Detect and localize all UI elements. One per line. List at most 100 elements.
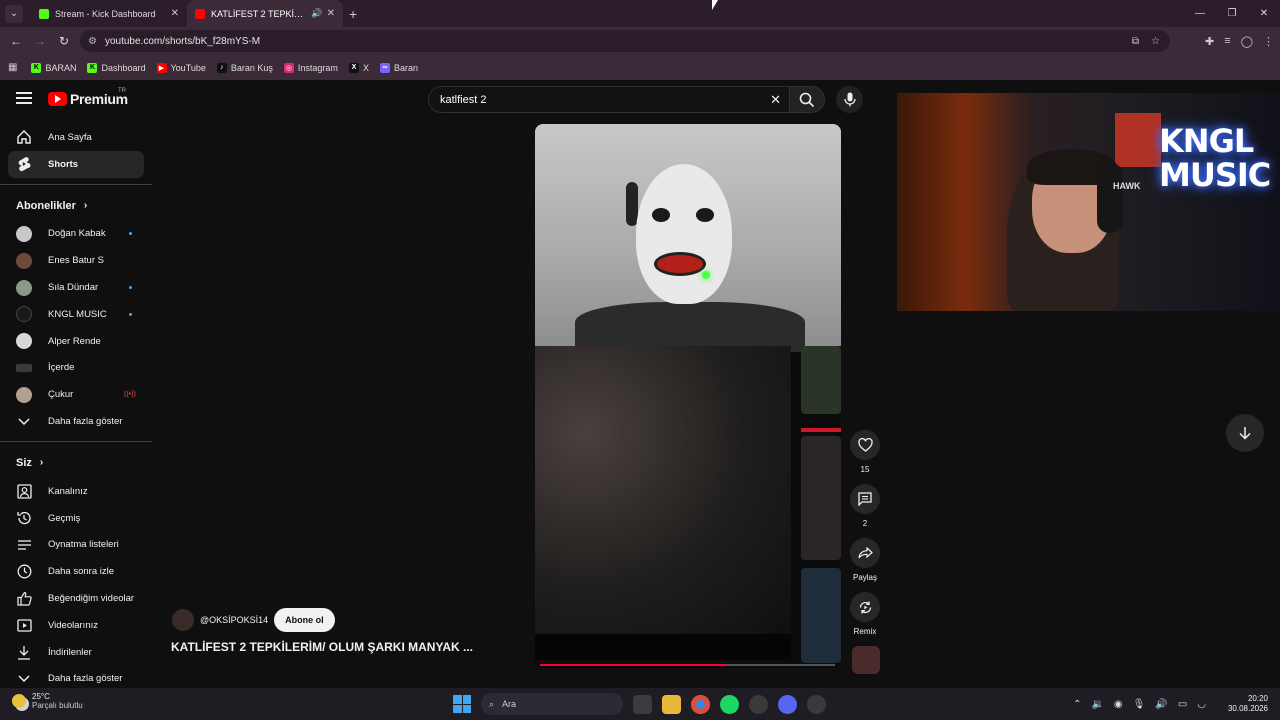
browser-menu-icon[interactable]: ⋮ <box>1263 35 1274 48</box>
close-window-icon[interactable]: ✕ <box>1248 8 1280 19</box>
bookmark-item[interactable]: ∞ Baran <box>379 62 418 73</box>
weather-widget[interactable]: 25°C Parçalı bulutlu <box>12 692 83 710</box>
clock-time: 20:20 <box>1247 694 1268 703</box>
restore-icon[interactable]: ❐ <box>1216 8 1248 19</box>
microphone-icon[interactable]: 🎙 <box>1133 699 1146 710</box>
neon-text-line2: MUSIC <box>1159 155 1271 194</box>
sidebar-item-shorts[interactable]: Shorts <box>8 150 144 178</box>
sidebar-sub-kngl-music[interactable]: KNGL MUSIC <box>0 301 152 328</box>
streaming-app-icon[interactable] <box>749 694 768 714</box>
channel-avatar[interactable] <box>172 609 194 631</box>
heart-icon[interactable] <box>850 430 880 460</box>
bookmark-star-icon[interactable]: ☆ <box>1151 36 1160 47</box>
taskbar-clock[interactable]: 20:20 30.08.2026 <box>1228 694 1268 715</box>
discord-icon[interactable] <box>778 694 797 714</box>
sidebar-item-liked-videos[interactable]: Beğendiğim videolar <box>0 585 152 612</box>
youtube-premium-logo[interactable]: Premium TR <box>48 88 128 107</box>
tab-close-icon[interactable]: ✕ <box>171 8 179 19</box>
like-icon <box>16 591 32 607</box>
discord-tray-icon[interactable]: ◉ <box>1114 699 1123 710</box>
sidebar-item-history[interactable]: Geçmiş <box>0 505 152 532</box>
voice-search-button[interactable] <box>836 86 863 113</box>
subscribe-button[interactable]: Abone ol <box>274 608 335 632</box>
sidebar-item-playlists[interactable]: Oynatma listeleri <box>0 532 152 559</box>
sidebar-sub-enes-batur[interactable]: Enes Batur S <box>0 247 152 274</box>
profile-icon[interactable]: ◯ <box>1241 35 1253 48</box>
speaker-icon[interactable]: 🔊 <box>1155 699 1167 710</box>
sidebar-item-downloads[interactable]: İndirilenler <box>0 639 152 666</box>
sidebar-sub-alper-rende[interactable]: Alper Rende <box>0 328 152 355</box>
tab-search-chevron-icon[interactable]: ⌄ <box>5 4 23 23</box>
minimize-icon[interactable]: — <box>1184 8 1216 19</box>
bookmark-item[interactable]: K Dashboard <box>87 62 146 73</box>
share-icon[interactable] <box>850 538 880 568</box>
sidebar-item-home[interactable]: Ana Sayfa <box>0 124 152 151</box>
audio-source-thumbnail[interactable] <box>852 646 880 674</box>
remix-action[interactable]: Remix <box>849 592 881 636</box>
taskbar-search[interactable]: ⌕ Ara <box>481 693 623 715</box>
speaker-icon[interactable]: 🔊 <box>311 8 322 19</box>
video-progress-bar[interactable] <box>540 664 835 666</box>
forward-icon[interactable]: → <box>28 34 52 48</box>
display-icon[interactable]: ▭ <box>1178 699 1187 710</box>
network-icon[interactable]: ◡ <box>1197 699 1206 710</box>
tray-chevron-up-icon[interactable]: ⌃ <box>1073 699 1081 710</box>
taskbar-search-text: Ara <box>502 699 517 709</box>
spotify-icon[interactable] <box>720 694 739 714</box>
tab-kick-dashboard[interactable]: Stream - Kick Dashboard ✕ <box>31 0 187 27</box>
clear-search-icon[interactable]: ✕ <box>770 92 781 108</box>
comment-action[interactable]: 2 <box>849 484 881 528</box>
volume-icon[interactable]: 🔉 <box>1091 699 1103 710</box>
search-input[interactable]: katlfiest 2 ✕ <box>428 86 790 113</box>
bookmark-item[interactable]: ▶ YouTube <box>156 62 206 73</box>
sidebar-item-your-channel[interactable]: Kanalınız <box>0 478 152 505</box>
apps-grid-icon[interactable]: ▦ <box>8 62 17 73</box>
share-action[interactable]: Paylaş <box>849 538 881 582</box>
like-action[interactable]: 15 <box>849 430 881 474</box>
sidebar-item-watch-later[interactable]: Daha sonra izle <box>0 558 152 585</box>
address-bar[interactable]: ⚙ youtube.com/shorts/bK_f28mYS-M ⧉ ☆ <box>80 30 1170 52</box>
thumbnail <box>801 436 841 560</box>
bookmark-item[interactable]: ◎ Instagram <box>283 62 338 73</box>
live-icon: ((•)) <box>124 391 136 399</box>
sidebar-sub-icerde[interactable]: İçerde <box>0 355 152 382</box>
windows-taskbar: 25°C Parçalı bulutlu ⌕ Ara ⌃ 🔉 ◉ 🎙 🔊 ▭ ◡… <box>0 688 1280 720</box>
shorts-video-player[interactable] <box>535 124 841 668</box>
cast-icon[interactable]: ⧉ <box>1132 36 1139 47</box>
back-icon[interactable]: ← <box>4 34 28 48</box>
sidebar-sub-cukur[interactable]: Çukur ((•)) <box>0 381 152 408</box>
sidebar-item-your-videos[interactable]: Videolarınız <box>0 612 152 639</box>
search-button[interactable] <box>789 86 825 113</box>
short-title[interactable]: KATLİFEST 2 TEPKİLERİM/ OLUM ŞARKI MANYA… <box>171 640 473 654</box>
chrome-icon[interactable] <box>691 694 710 714</box>
you-header[interactable]: Siz › <box>0 448 152 478</box>
bookmark-item[interactable]: XX <box>348 62 369 73</box>
next-short-button[interactable] <box>1226 414 1264 452</box>
tab-youtube-short[interactable]: KATLİFEST 2 TEPKİLERİM/ O 🔊 ✕ <box>187 0 343 27</box>
sidebar-sub-sila-dundar[interactable]: Sıla Dündar <box>0 274 152 301</box>
mouse-cursor <box>712 0 718 10</box>
obs-icon[interactable] <box>807 694 826 714</box>
reload-icon[interactable]: ↻ <box>52 34 76 48</box>
bookmark-item[interactable]: K BARAN <box>31 62 76 73</box>
partly-cloudy-icon <box>12 694 26 708</box>
remix-icon[interactable] <box>850 592 880 622</box>
file-explorer-icon[interactable] <box>662 694 681 714</box>
menu-icon[interactable] <box>16 92 32 104</box>
sidebar-show-more-subs[interactable]: Daha fazla göster <box>0 408 152 435</box>
bookmark-item[interactable]: ♪ Baran Kuş <box>216 62 273 73</box>
extensions-icon[interactable]: ✚ <box>1205 35 1214 48</box>
taskbar-apps: ⌕ Ara <box>453 693 826 715</box>
comment-icon[interactable] <box>850 484 880 514</box>
tab-close-icon[interactable]: ✕ <box>327 8 335 19</box>
subscriptions-header[interactable]: Abonelikler › <box>0 191 152 221</box>
media-control-icon[interactable]: ≡ <box>1224 35 1230 47</box>
site-info-icon[interactable]: ⚙ <box>88 36 97 47</box>
sidebar-sub-dogan-kabak[interactable]: Doğan Kabak <box>0 221 152 248</box>
download-icon <box>16 644 32 660</box>
windows-start-icon[interactable] <box>453 695 471 713</box>
sound-thumbnail[interactable] <box>849 646 881 674</box>
channel-handle[interactable]: @OKSİPOKSİ14 <box>200 615 268 625</box>
new-tab-icon[interactable]: + <box>349 6 357 22</box>
task-view-icon[interactable] <box>633 694 652 714</box>
